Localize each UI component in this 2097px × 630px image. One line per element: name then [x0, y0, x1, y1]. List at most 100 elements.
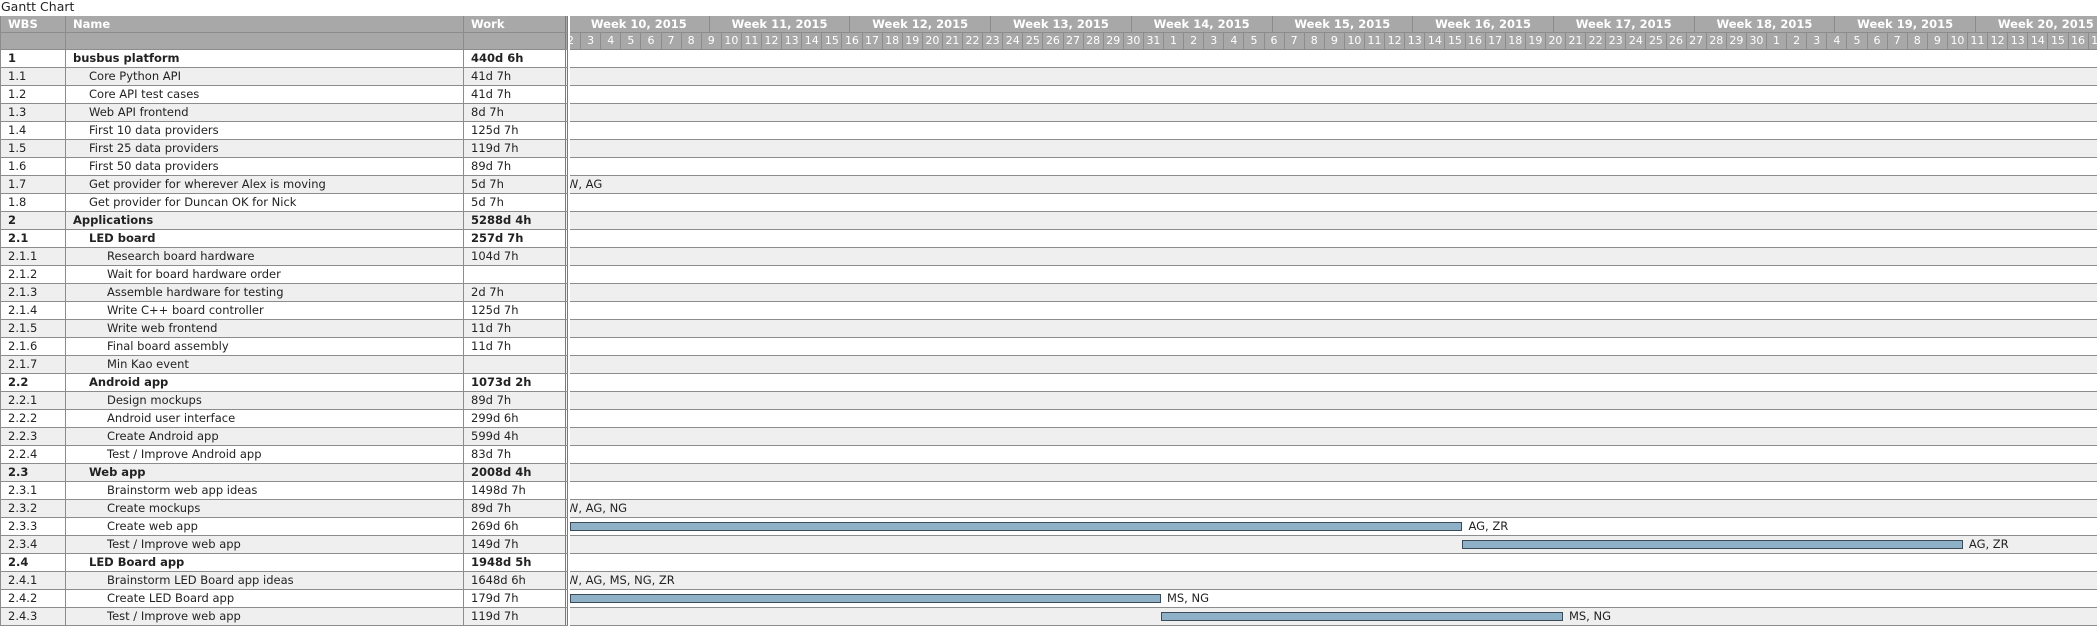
task-wbs: 2.1.6	[0, 338, 66, 355]
task-row[interactable]: 2.1.3 Assemble hardware for testing 2d 7h	[0, 284, 568, 302]
task-work: 1498d 7h	[464, 482, 568, 499]
column-header-name[interactable]: Name	[66, 16, 464, 32]
task-work: 5288d 4h	[464, 212, 568, 229]
task-row[interactable]: 2.2.2 Android user interface 299d 6h	[0, 410, 568, 428]
task-rows: 1 busbus platform 440d 6h 1.1 Core Python AP…	[0, 50, 568, 626]
day-label: 11	[1364, 33, 1384, 49]
task-row[interactable]: 1.2 Core API test cases 41d 7h	[0, 86, 568, 104]
gantt-bar[interactable]	[570, 594, 1161, 603]
task-wbs: 1.8	[0, 194, 66, 211]
task-row[interactable]: 2.1.6 Final board assembly 11d 7h	[0, 338, 568, 356]
day-label: 16	[2067, 33, 2088, 49]
task-row[interactable]: 2.4 LED Board app 1948d 5h	[0, 554, 568, 572]
task-row[interactable]: 2.2 Android app 1073d 2h	[0, 374, 568, 392]
day-label: 11	[740, 33, 761, 49]
task-work: 1648d 6h	[464, 572, 568, 589]
task-name: Get provider for wherever Alex is moving	[66, 176, 464, 193]
day-label: 24	[1625, 33, 1645, 49]
task-wbs: 2.1.3	[0, 284, 66, 301]
task-row[interactable]: 2.2.3 Create Android app 599d 4h	[0, 428, 568, 446]
task-row[interactable]: 2 Applications 5288d 4h	[0, 212, 568, 230]
task-work: 125d 7h	[464, 122, 568, 139]
week-label: Week 13, 2015	[990, 16, 1131, 32]
task-work: 41d 7h	[464, 68, 568, 85]
day-label: 13	[1404, 33, 1424, 49]
task-work: 8d 7h	[464, 104, 568, 121]
timeline-rows: W, AG W, AG, NG AG, ZR AG, ZR W, AG, MS, NG,…	[570, 50, 2097, 626]
timeline-row: MS, NG	[570, 608, 2097, 626]
day-label: 10	[1946, 33, 1967, 49]
task-row[interactable]: 2.1 LED board 257d 7h	[0, 230, 568, 248]
task-row[interactable]: 2.1.5 Write web frontend 11d 7h	[0, 320, 568, 338]
task-name: Design mockups	[66, 392, 464, 409]
task-work: 11d 7h	[464, 320, 568, 337]
day-label: 19	[1524, 33, 1545, 49]
task-row[interactable]: 2.1.2 Wait for board hardware order	[0, 266, 568, 284]
task-row[interactable]: 2.2.1 Design mockups 89d 7h	[0, 392, 568, 410]
task-row[interactable]: 1.8 Get provider for Duncan OK for Nick 5d…	[0, 194, 568, 212]
timeline-row	[570, 86, 2097, 104]
task-row[interactable]: 1.1 Core Python API 41d 7h	[0, 68, 568, 86]
subheader-cell	[464, 33, 568, 49]
task-row[interactable]: 2.4.3 Test / Improve web app 119d 7h	[0, 608, 568, 626]
task-work: 149d 7h	[464, 536, 568, 553]
task-row[interactable]: 1.5 First 25 data providers 119d 7h	[0, 140, 568, 158]
task-work: 179d 7h	[464, 590, 568, 607]
day-label: 15	[821, 33, 841, 49]
task-row[interactable]: 2.3.4 Test / Improve web app 149d 7h	[0, 536, 568, 554]
task-wbs: 2.3.1	[0, 482, 66, 499]
task-name: Brainstorm web app ideas	[66, 482, 464, 499]
timeline-row: AG, ZR	[570, 518, 2097, 536]
task-row[interactable]: 1.7 Get provider for wherever Alex is mov…	[0, 176, 568, 194]
task-name: Test / Improve Android app	[66, 446, 464, 463]
day-label: 6	[1263, 33, 1284, 49]
day-label: 17	[1484, 33, 1505, 49]
task-row[interactable]: 2.4.1 Brainstorm LED Board app ideas 1648d…	[0, 572, 568, 590]
task-work: 89d 7h	[464, 158, 568, 175]
task-resources: W, AG	[570, 177, 603, 191]
task-name: Web app	[66, 464, 464, 481]
day-label: 8	[680, 33, 701, 49]
day-label: 21	[941, 33, 962, 49]
task-work: 119d 7h	[464, 140, 568, 157]
timeline-row	[570, 284, 2097, 302]
task-wbs: 2.4	[0, 554, 66, 571]
task-row[interactable]: 2.1.1 Research board hardware 104d 7h	[0, 248, 568, 266]
gantt-bar[interactable]	[570, 522, 1463, 531]
task-row[interactable]: 1.3 Web API frontend 8d 7h	[0, 104, 568, 122]
day-label: 25	[1022, 33, 1042, 49]
task-row[interactable]: 1.6 First 50 data providers 89d 7h	[0, 158, 568, 176]
day-label: 11	[1967, 33, 1987, 49]
task-row[interactable]: 2.3.2 Create mockups 89d 7h	[0, 500, 568, 518]
task-row[interactable]: 2.2.4 Test / Improve Android app 83d 7h	[0, 446, 568, 464]
task-row[interactable]: 2.3.3 Create web app 269d 6h	[0, 518, 568, 536]
day-label: 20	[1544, 33, 1565, 49]
task-work: 125d 7h	[464, 302, 568, 319]
task-wbs: 2.4.1	[0, 572, 66, 589]
task-work: 299d 6h	[464, 410, 568, 427]
task-row[interactable]: 1 busbus platform 440d 6h	[0, 50, 568, 68]
task-name: Create web app	[66, 518, 464, 535]
task-work: 269d 6h	[464, 518, 568, 535]
task-name: Create Android app	[66, 428, 464, 445]
task-row[interactable]: 2.3.1 Brainstorm web app ideas 1498d 7h	[0, 482, 568, 500]
day-label: 10	[1343, 33, 1364, 49]
day-label: 26	[1665, 33, 1686, 49]
task-row[interactable]: 2.1.7 Min Kao event	[0, 356, 568, 374]
task-name: Web API frontend	[66, 104, 464, 121]
timeline-row	[570, 248, 2097, 266]
task-wbs: 1.6	[0, 158, 66, 175]
timeline-row	[570, 320, 2097, 338]
task-row[interactable]: 2.4.2 Create LED Board app 179d 7h	[0, 590, 568, 608]
day-label: 14	[1424, 33, 1444, 49]
task-row[interactable]: 2.1.4 Write C++ board controller 125d 7h	[0, 302, 568, 320]
task-row[interactable]: 1.4 First 10 data providers 125d 7h	[0, 122, 568, 140]
column-header-wbs[interactable]: WBS	[0, 16, 66, 32]
column-header-work[interactable]: Work	[464, 16, 568, 32]
gantt-bar[interactable]	[1160, 612, 1563, 621]
day-label: 3	[1203, 33, 1223, 49]
day-label: 27	[1685, 33, 1706, 49]
task-row[interactable]: 2.3 Web app 2008d 4h	[0, 464, 568, 482]
gantt-bar[interactable]	[1462, 540, 1963, 549]
day-label: 4	[1826, 33, 1846, 49]
